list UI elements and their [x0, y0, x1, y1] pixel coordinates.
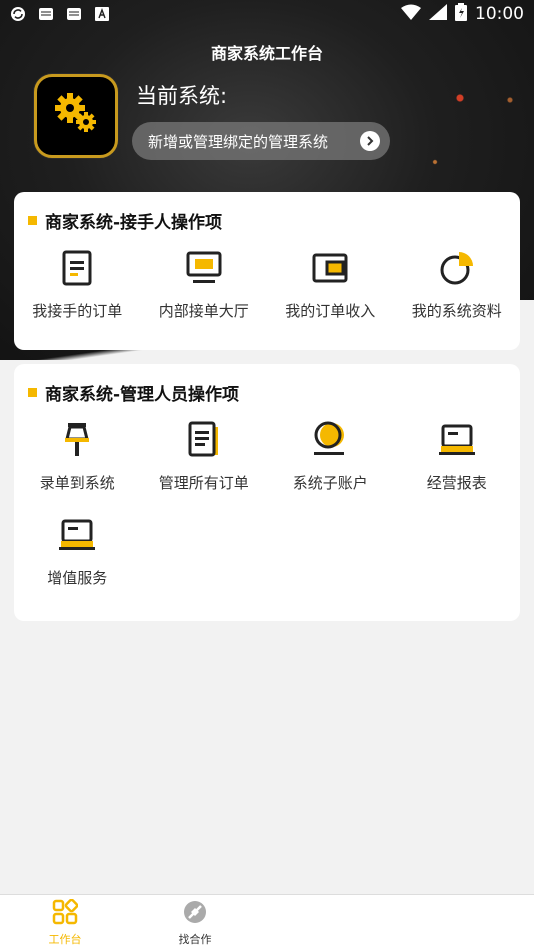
business-reports-item[interactable]: 经营报表 — [394, 420, 521, 493]
manage-systems-label: 新增或管理绑定的管理系统 — [148, 132, 329, 151]
section-title-text: 商家系统-管理人员操作项 — [45, 385, 240, 405]
mail-icon — [66, 6, 82, 22]
monitor-icon — [184, 248, 224, 288]
tab-find-cooperation[interactable]: 找合作 — [130, 895, 260, 950]
pushpin-icon — [57, 420, 97, 460]
item-label: 系统子账户 — [292, 474, 368, 492]
item-label: 内部接单大厅 — [158, 302, 249, 320]
wallet-icon — [310, 248, 350, 288]
sub-accounts-item[interactable]: 系统子账户 — [267, 420, 394, 493]
order-income-item[interactable]: 我的订单收入 — [267, 248, 394, 321]
section-title: 商家系统-接手人操作项 — [28, 208, 222, 233]
grid-icon — [52, 898, 79, 929]
section-title: 商家系统-管理人员操作项 — [28, 380, 239, 405]
current-system-label: 当前系统: — [136, 84, 228, 108]
page-title: 商家系统工作台 — [210, 44, 323, 63]
sync-icon — [10, 6, 26, 22]
status-bar: 10:00 — [0, 0, 534, 28]
item-label: 增值服务 — [47, 569, 108, 587]
tab-label: 找合作 — [178, 932, 212, 946]
mail-icon — [38, 6, 54, 22]
battery-icon — [455, 3, 467, 25]
signal-icon — [429, 4, 447, 24]
enter-order-item[interactable]: 录单到系统 — [14, 420, 141, 493]
handler-operations-card: 商家系统-接手人操作项 我接手的订单 内部接单大厅 我的订单收入 我的系统资料 — [14, 192, 520, 350]
laptop-icon — [57, 515, 97, 555]
section-marker — [28, 216, 37, 225]
item-label: 经营报表 — [426, 474, 487, 492]
notes-icon — [184, 420, 224, 460]
status-time: 10:00 — [475, 4, 524, 24]
item-label: 我接手的订单 — [32, 302, 123, 320]
document-icon — [57, 248, 97, 288]
system-logo — [34, 74, 118, 158]
system-profile-item[interactable]: 我的系统资料 — [394, 248, 521, 321]
compass-icon — [182, 899, 208, 929]
laptop-icon — [437, 420, 477, 460]
pie-chart-icon — [437, 248, 477, 288]
section-title-text: 商家系统-接手人操作项 — [45, 213, 223, 233]
item-label: 录单到系统 — [39, 474, 115, 492]
tab-workbench[interactable]: 工作台 — [0, 895, 130, 950]
font-icon — [94, 6, 110, 22]
order-hall-item[interactable]: 内部接单大厅 — [141, 248, 268, 321]
item-label: 管理所有订单 — [158, 474, 249, 492]
wifi-icon — [401, 4, 421, 24]
section-marker — [28, 388, 37, 397]
manage-orders-item[interactable]: 管理所有订单 — [141, 420, 268, 493]
manager-operations-card: 商家系统-管理人员操作项 录单到系统 管理所有订单 系统子账户 经营报表 增值服… — [14, 364, 520, 621]
tab-label: 工作台 — [48, 932, 82, 946]
my-orders-item[interactable]: 我接手的订单 — [14, 248, 141, 321]
chevron-right-icon — [360, 131, 380, 151]
value-added-services-item[interactable]: 增值服务 — [14, 515, 141, 588]
manage-systems-button[interactable]: 新增或管理绑定的管理系统 — [132, 122, 390, 160]
bottom-tab-bar: 工作台 找合作 — [0, 894, 534, 950]
item-label: 我的订单收入 — [285, 302, 376, 320]
gears-icon — [52, 90, 100, 142]
item-label: 我的系统资料 — [411, 302, 502, 320]
user-icon — [310, 420, 350, 460]
